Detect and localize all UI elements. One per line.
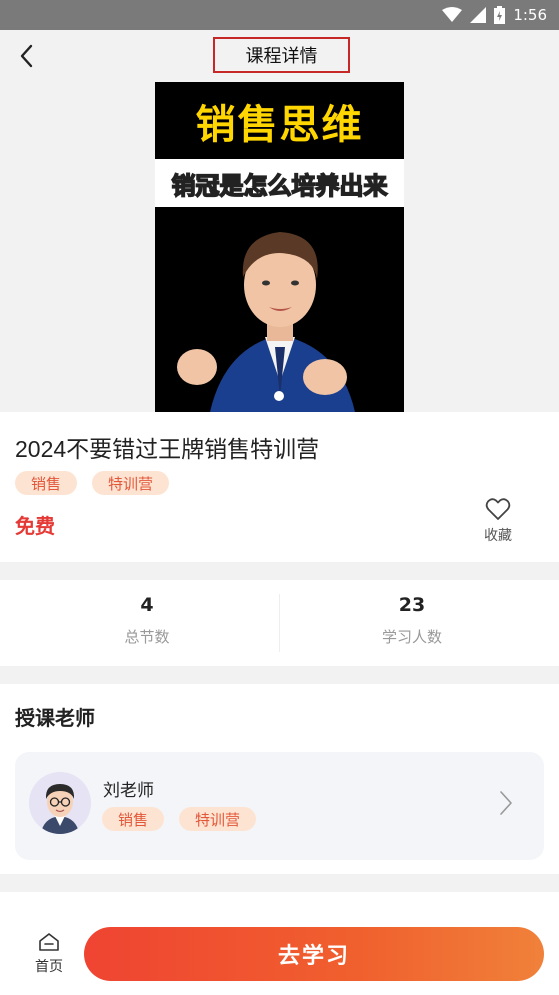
cover-subtitle: 销冠是怎么培养出来 xyxy=(171,171,389,201)
teacher-tag: 特训营 xyxy=(179,807,257,831)
stat-label: 学习人数 xyxy=(381,628,442,646)
stat-learners: 23 学习人数 xyxy=(312,594,512,647)
stats-divider xyxy=(279,594,280,652)
signal-icon xyxy=(470,7,487,23)
course-price: 免费 xyxy=(15,514,55,538)
cover-title: 销售思维 xyxy=(155,82,404,160)
home-icon xyxy=(39,933,59,951)
course-tag: 销售 xyxy=(15,471,78,495)
page-title: 课程详情 xyxy=(213,37,350,73)
teacher-avatar xyxy=(29,772,91,834)
cover-subtitle-band: 销冠是怎么培养出来 xyxy=(155,159,404,207)
course-stats-card: 4 总节数 23 学习人数 xyxy=(0,580,559,666)
course-tag: 特训营 xyxy=(92,471,170,495)
nav-bar: 课程详情 xyxy=(0,30,559,82)
status-time: 1:56 xyxy=(513,6,547,24)
back-button[interactable] xyxy=(10,40,42,72)
favorite-label: 收藏 xyxy=(484,528,512,544)
favorite-button[interactable]: 收藏 xyxy=(478,497,518,549)
bottom-separator xyxy=(0,874,559,892)
chevron-left-icon xyxy=(20,44,33,68)
stat-value: 4 xyxy=(140,594,154,616)
stat-total-lessons: 4 总节数 xyxy=(47,594,247,647)
stat-label: 总节数 xyxy=(124,628,170,646)
course-cover-image[interactable]: 销售思维 销冠是怎么培养出来 xyxy=(155,82,404,412)
start-learning-button[interactable]: 去学习 xyxy=(84,927,544,981)
heart-outline-icon xyxy=(485,498,511,520)
home-label: 首页 xyxy=(35,959,63,975)
carousel-dot-indicator[interactable] xyxy=(274,391,284,401)
teacher-card[interactable]: 刘老师 销售 特训营 xyxy=(15,752,544,860)
home-tab[interactable]: 首页 xyxy=(28,932,70,976)
teacher-section: 授课老师 刘老师 销售 特训营 xyxy=(0,684,559,874)
chevron-right-icon xyxy=(500,791,512,815)
teacher-name: 刘老师 xyxy=(103,781,154,801)
teacher-tag: 销售 xyxy=(102,807,165,831)
bottom-action-bar: 首页 去学习 xyxy=(0,892,559,995)
stat-value: 23 xyxy=(398,594,426,616)
teacher-avatar-illustration xyxy=(29,772,91,834)
status-bar: 1:56 xyxy=(0,0,559,30)
section-title: 授课老师 xyxy=(15,706,95,730)
wifi-icon xyxy=(442,7,463,22)
course-info-card: 2024不要错过王牌销售特训营 销售 特训营 免费 收藏 xyxy=(0,412,559,562)
battery-icon xyxy=(494,6,506,24)
presenter-photo xyxy=(155,207,404,412)
course-title: 2024不要错过王牌销售特训营 xyxy=(15,436,320,462)
